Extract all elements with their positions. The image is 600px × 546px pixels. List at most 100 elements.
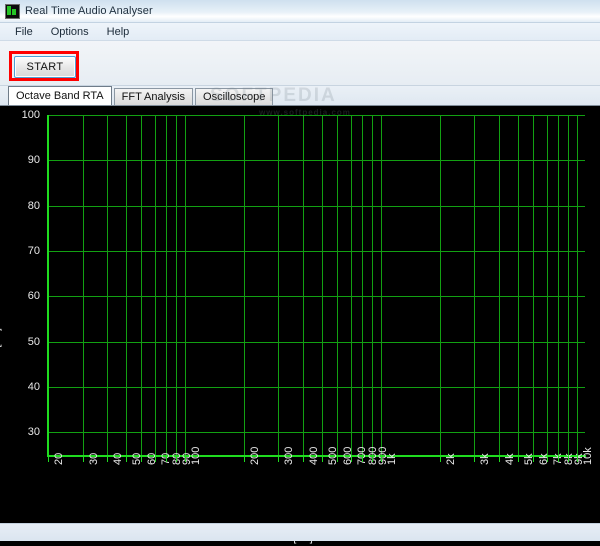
x-axis-tick-mark [533, 455, 534, 462]
gridline-vertical [337, 115, 338, 455]
menu-item-options[interactable]: Options [42, 25, 98, 39]
x-axis-tick-mark [577, 455, 578, 462]
x-axis-tick-label: 4k [504, 453, 516, 465]
gridline-vertical [107, 115, 108, 455]
gridline-horizontal [48, 387, 585, 388]
gridline-vertical [362, 115, 363, 455]
gridline-vertical [533, 115, 534, 455]
x-axis-tick-label: 100 [190, 446, 202, 465]
y-axis-label: Level [dB] [0, 328, 2, 377]
x-axis-tick-mark [303, 455, 304, 462]
y-axis-tick-label: 70 [27, 245, 40, 257]
tab-bar: Octave Band RTA FFT Analysis Oscilloscop… [0, 86, 600, 106]
toolbar: SOFTPEDIA www.softpedia.com Octave Band … [0, 41, 600, 119]
gridline-vertical [518, 115, 519, 455]
y-axis-ticks: 100 90 80 70 60 50 40 30 [0, 107, 44, 546]
gridline-vertical [322, 115, 323, 455]
x-axis-tick-label: 2k [445, 453, 457, 465]
x-axis-tick-mark [474, 455, 475, 462]
x-axis-tick-label: 40 [112, 452, 124, 465]
x-axis-tick-mark [372, 455, 373, 462]
x-axis-tick-label: 1k [386, 453, 398, 465]
gridline-vertical [244, 115, 245, 455]
gridline-vertical [499, 115, 500, 455]
x-axis-tick-mark [568, 455, 569, 462]
menu-item-file[interactable]: File [6, 25, 42, 39]
waveform-icon [5, 3, 20, 19]
menu-item-help[interactable]: Help [98, 25, 139, 39]
x-axis-tick-label: 20 [53, 452, 65, 465]
x-axis-tick-mark [48, 455, 49, 462]
x-axis-tick-label: 3k [479, 453, 491, 465]
application-window: Real Time Audio Analyser File Options He… [0, 0, 600, 546]
gridline-vertical [83, 115, 84, 455]
gridline-vertical [381, 115, 382, 455]
gridline-horizontal [48, 296, 585, 297]
x-axis-tick-label: 10k [582, 447, 594, 465]
x-axis-tick-mark [278, 455, 279, 462]
x-axis-tick-mark [126, 455, 127, 462]
y-axis-tick-label: 100 [21, 109, 40, 121]
x-axis-tick-mark [155, 455, 156, 462]
x-axis-tick-mark [337, 455, 338, 462]
gridline-vertical [176, 115, 177, 455]
y-axis-line [47, 115, 49, 457]
gridline-horizontal [48, 115, 585, 116]
gridline-vertical [303, 115, 304, 455]
x-axis-tick-label: 600 [342, 446, 354, 465]
gridline-vertical [141, 115, 142, 455]
tab-fft-analysis[interactable]: FFT Analysis [113, 88, 194, 105]
x-axis-tick-label: 200 [249, 446, 261, 465]
y-axis-tick-label: 90 [27, 154, 40, 166]
gridline-horizontal [48, 160, 585, 161]
gridline-horizontal [48, 432, 585, 433]
x-axis-tick-mark [362, 455, 363, 462]
gridline-vertical [568, 115, 569, 455]
x-axis-tick-mark [166, 455, 167, 462]
x-axis-tick-mark [499, 455, 500, 462]
x-axis-tick-label: 400 [308, 446, 320, 465]
gridline-horizontal [48, 251, 585, 252]
gridline-vertical [126, 115, 127, 455]
x-axis-tick-mark [518, 455, 519, 462]
x-axis-tick-mark [351, 455, 352, 462]
x-axis-tick-label: 60 [146, 452, 158, 465]
menu-bar: File Options Help [0, 23, 600, 41]
y-axis-tick-label: 50 [27, 336, 40, 348]
gridline-vertical [155, 115, 156, 455]
x-axis-tick-mark [558, 455, 559, 462]
x-axis-tick-mark [244, 455, 245, 462]
gridline-vertical [474, 115, 475, 455]
gridline-vertical [166, 115, 167, 455]
x-axis-tick-mark [141, 455, 142, 462]
y-axis-tick-label: 40 [27, 381, 40, 393]
tab-oscilloscope[interactable]: Oscilloscope [195, 88, 274, 105]
gridline-vertical [372, 115, 373, 455]
gridline-vertical [577, 115, 578, 455]
x-axis-tick-mark [83, 455, 84, 462]
gridline-horizontal [48, 342, 585, 343]
chart-background [0, 107, 600, 546]
x-axis-tick-mark [107, 455, 108, 462]
y-axis-tick-label: 80 [27, 200, 40, 212]
x-axis-tick-mark [440, 455, 441, 462]
x-axis-tick-label: 300 [283, 446, 295, 465]
gridline-vertical [185, 115, 186, 455]
x-axis-tick-mark [176, 455, 177, 462]
x-axis-tick-label: 6k [538, 453, 550, 465]
x-axis-tick-mark [381, 455, 382, 462]
y-axis-tick-label: 60 [27, 290, 40, 302]
gridline-horizontal [48, 206, 585, 207]
x-axis-tick-mark [322, 455, 323, 462]
chart-area[interactable]: 100 90 80 70 60 50 40 30 20 30 40 50 60 70 80 90 100 200… [0, 106, 600, 546]
y-axis-tick-label: 30 [27, 426, 40, 438]
gridline-vertical [558, 115, 559, 455]
gridline-vertical [351, 115, 352, 455]
status-bar [0, 523, 600, 541]
gridline-vertical [547, 115, 548, 455]
tab-octave-band-rta[interactable]: Octave Band RTA [8, 86, 112, 105]
gridline-vertical [278, 115, 279, 455]
window-title: Real Time Audio Analyser [25, 5, 153, 17]
title-bar: Real Time Audio Analyser [0, 0, 600, 23]
start-button[interactable]: START [14, 56, 76, 78]
